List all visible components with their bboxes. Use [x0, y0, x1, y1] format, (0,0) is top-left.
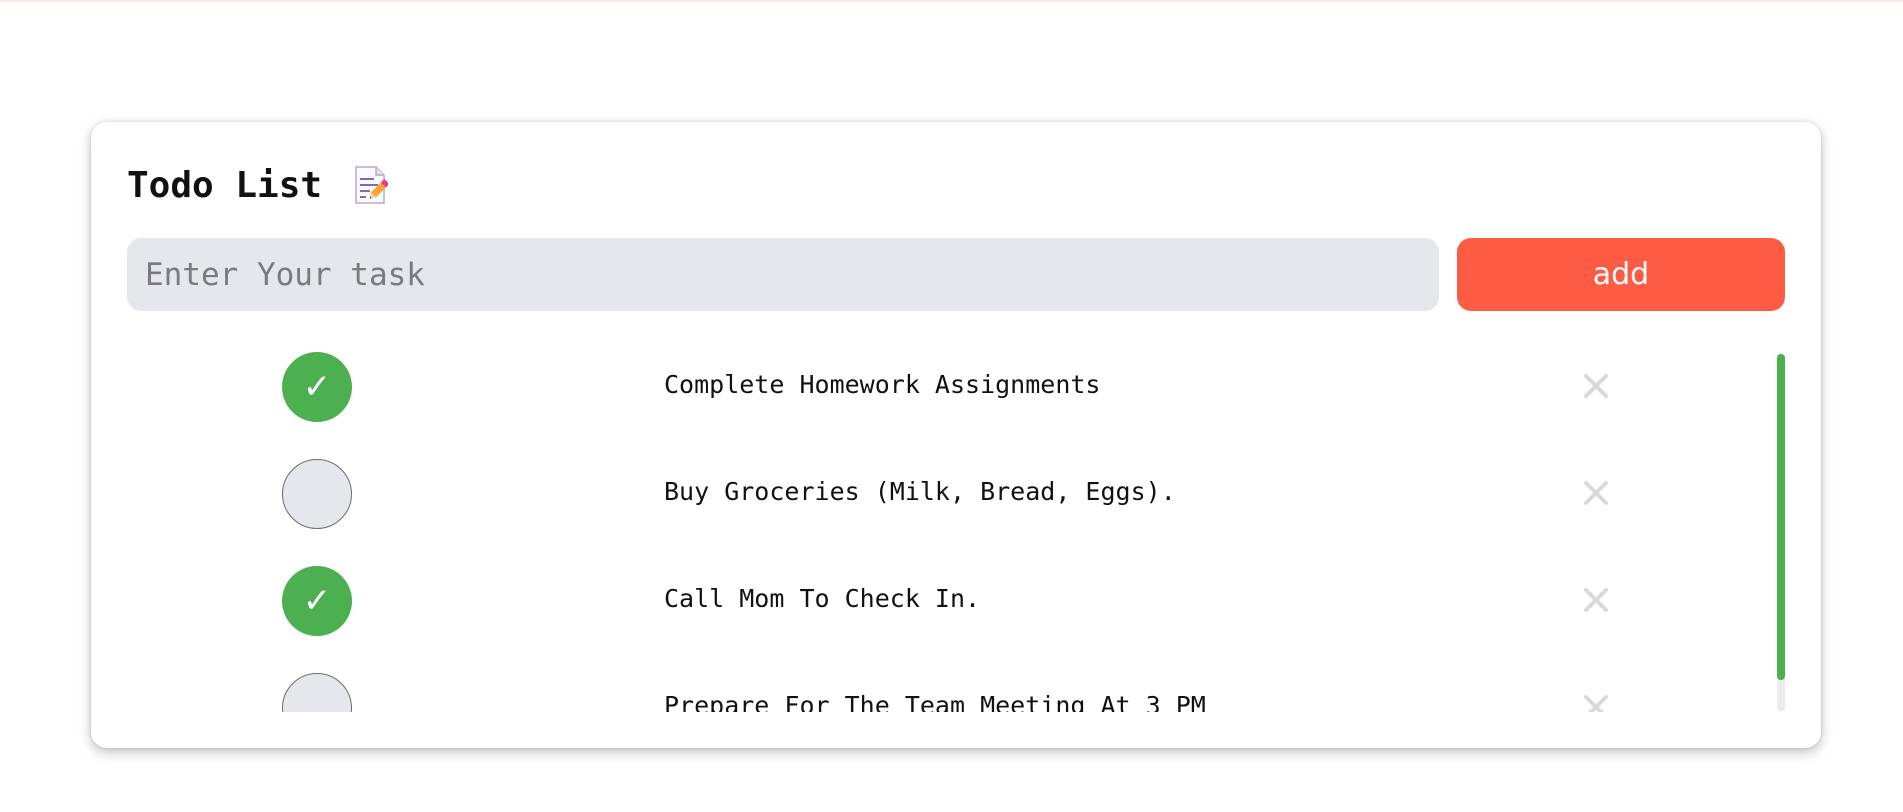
close-icon[interactable]	[1579, 476, 1613, 510]
page-title: Todo List	[127, 164, 323, 206]
checkmark-icon: ✓	[302, 367, 332, 407]
task-text: Complete Homework Assignments	[664, 370, 1101, 399]
task-checkbox[interactable]: ✓	[282, 352, 352, 422]
task-text: Call Mom To Check In.	[664, 584, 981, 613]
todo-card: Todo List add	[91, 122, 1821, 748]
task-list: ✓ Complete Homework Assignments Buy Groc…	[127, 352, 1767, 712]
task-checkbox[interactable]: ✓	[282, 566, 352, 636]
task-row: ✓ Complete Homework Assignments	[127, 352, 1767, 459]
add-button[interactable]: add	[1457, 238, 1785, 311]
task-list-viewport[interactable]: ✓ Complete Homework Assignments Buy Groc…	[127, 352, 1785, 712]
task-row: Prepare For The Team Meeting At 3 PM	[127, 673, 1767, 712]
task-checkbox[interactable]	[282, 673, 352, 712]
task-text: Prepare For The Team Meeting At 3 PM	[664, 691, 1206, 712]
memo-icon	[352, 165, 390, 205]
top-border-line	[0, 0, 1903, 2]
task-text: Buy Groceries (Milk, Bread, Eggs).	[664, 477, 1176, 506]
scrollbar-thumb[interactable]	[1777, 354, 1785, 680]
close-icon[interactable]	[1579, 369, 1613, 403]
task-row: Buy Groceries (Milk, Bread, Eggs).	[127, 459, 1767, 566]
close-icon[interactable]	[1579, 690, 1613, 712]
input-row: add	[127, 238, 1785, 311]
scrollbar-track[interactable]	[1777, 354, 1785, 711]
checkmark-icon: ✓	[302, 581, 332, 621]
task-input[interactable]	[127, 238, 1439, 311]
task-checkbox[interactable]	[282, 459, 352, 529]
close-icon[interactable]	[1579, 583, 1613, 617]
task-row: ✓ Call Mom To Check In.	[127, 566, 1767, 673]
title-row: Todo List	[127, 160, 390, 210]
